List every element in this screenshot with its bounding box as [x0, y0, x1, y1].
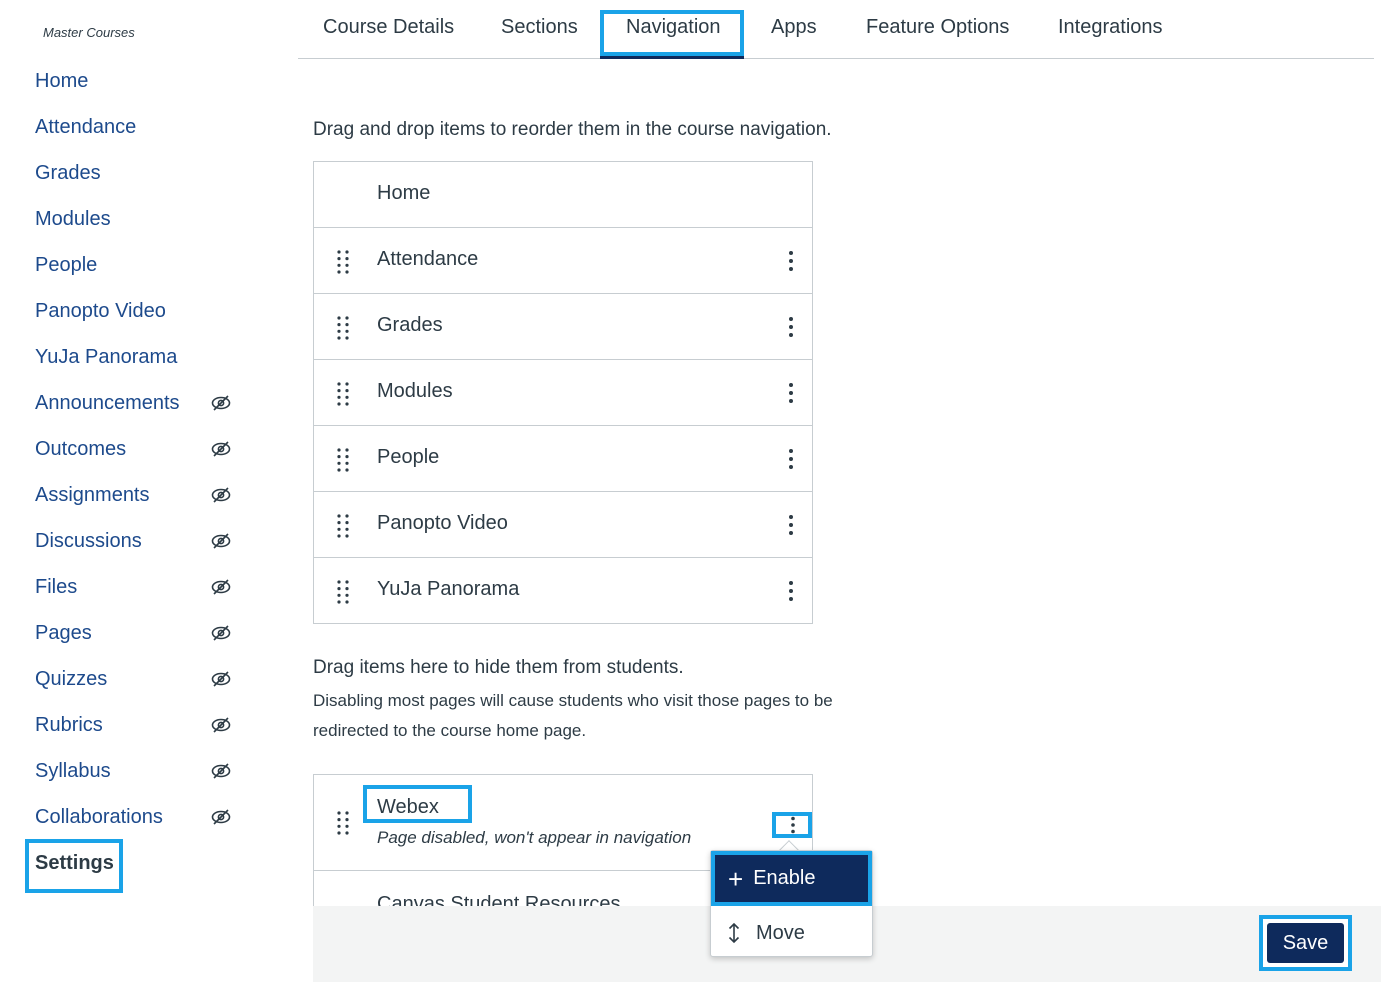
nav-item-label: Home [377, 182, 431, 204]
sidebar-item-people[interactable]: People [35, 242, 245, 288]
kebab-menu-icon[interactable] [788, 448, 794, 470]
list-item[interactable]: Home [314, 162, 812, 228]
plus-icon: + [728, 863, 744, 894]
drag-handle-icon[interactable] [337, 316, 349, 340]
drag-handle-icon[interactable] [337, 514, 349, 538]
sidebar-item-assignments[interactable]: Assignments [35, 472, 245, 518]
sidebar-item-discussions[interactable]: Discussions [35, 518, 245, 564]
sidebar-item-yuja-panorama[interactable]: YuJa Panorama [35, 334, 245, 380]
eye-slash-icon [211, 487, 231, 503]
sidebar-item-syllabus[interactable]: Syllabus [35, 748, 245, 794]
sidebar-item-files[interactable]: Files [35, 564, 245, 610]
kebab-menu-icon[interactable] [788, 580, 794, 602]
item-options-menu: + Enable Move [710, 850, 873, 957]
tab-course-details[interactable]: Course Details [323, 16, 454, 39]
tab-integrations[interactable]: Integrations [1058, 16, 1163, 39]
tab-feature-options[interactable]: Feature Options [866, 16, 1009, 39]
tab-sections[interactable]: Sections [501, 16, 578, 39]
eye-slash-icon [211, 671, 231, 687]
sidebar-item-modules[interactable]: Modules [35, 196, 245, 242]
settings-highlight [25, 839, 123, 893]
sidebar-item-pages[interactable]: Pages [35, 610, 245, 656]
list-item[interactable]: Modules [314, 360, 812, 426]
list-item[interactable]: Grades [314, 294, 812, 360]
sidebar-item-grades[interactable]: Grades [35, 150, 245, 196]
nav-item-status: Page disabled, won't appear in navigatio… [377, 828, 692, 847]
save-highlight: Save [1259, 915, 1352, 971]
drag-handle-icon[interactable] [337, 448, 349, 472]
settings-tabs: Course Details Sections Navigation Apps … [298, 0, 1374, 59]
list-item[interactable]: YuJa Panorama [314, 558, 812, 624]
hidden-items-title: Drag items here to hide them from studen… [313, 657, 684, 678]
nav-item-label: Grades [377, 314, 443, 336]
nav-item-label: Panopto Video [377, 512, 508, 534]
eye-slash-icon [211, 579, 231, 595]
kebab-menu-icon[interactable] [788, 514, 794, 536]
nav-item-label: Webex [377, 796, 439, 818]
menu-item-move[interactable]: Move [711, 909, 872, 957]
sidebar-item-attendance[interactable]: Attendance [35, 104, 245, 150]
reorder-instructions: Drag and drop items to reorder them in t… [313, 119, 832, 140]
kebab-menu-icon[interactable] [788, 382, 794, 404]
move-arrows-icon [728, 922, 740, 944]
nav-item-label: Modules [377, 380, 453, 402]
eye-slash-icon [211, 809, 231, 825]
nav-item-label: People [377, 446, 440, 468]
eye-slash-icon [211, 533, 231, 549]
list-item[interactable]: Panopto Video [314, 492, 812, 558]
course-label: Master Courses [43, 25, 135, 40]
menu-item-label: Enable [753, 867, 816, 889]
tab-apps[interactable]: Apps [771, 16, 817, 39]
drag-handle-icon[interactable] [337, 580, 349, 604]
sidebar-item-outcomes[interactable]: Outcomes [35, 426, 245, 472]
sidebar-item-panopto-video[interactable]: Panopto Video [35, 288, 245, 334]
kebab-menu-icon[interactable] [788, 250, 794, 272]
eye-slash-icon [211, 763, 231, 779]
menu-item-enable[interactable]: + Enable [711, 851, 872, 906]
kebab-menu-icon[interactable] [790, 816, 796, 834]
hidden-items-note: Disabling most pages will cause students… [313, 691, 833, 740]
drag-handle-icon[interactable] [337, 382, 349, 406]
sidebar-item-announcements[interactable]: Announcements [35, 380, 245, 426]
eye-slash-icon [211, 395, 231, 411]
kebab-menu-icon[interactable] [788, 316, 794, 338]
sidebar-item-rubrics[interactable]: Rubrics [35, 702, 245, 748]
eye-slash-icon [211, 717, 231, 733]
list-item[interactable]: Attendance [314, 228, 812, 294]
enabled-nav-list: Home Attendance Grades Modules People Pa… [313, 161, 813, 624]
sidebar-item-quizzes[interactable]: Quizzes [35, 656, 245, 702]
nav-item-label: Attendance [377, 248, 479, 270]
tab-navigation[interactable]: Navigation [626, 16, 721, 39]
menu-item-label: Move [756, 921, 805, 944]
drag-handle-icon[interactable] [337, 250, 349, 274]
sidebar-item-home[interactable]: Home [35, 58, 245, 104]
list-item[interactable]: People [314, 426, 812, 492]
eye-slash-icon [211, 441, 231, 457]
eye-slash-icon [211, 625, 231, 641]
sidebar-item-collaborations[interactable]: Collaborations [35, 794, 245, 840]
save-button[interactable]: Save [1267, 923, 1344, 963]
drag-handle-icon[interactable] [337, 811, 349, 835]
nav-item-label: YuJa Panorama [377, 578, 520, 600]
